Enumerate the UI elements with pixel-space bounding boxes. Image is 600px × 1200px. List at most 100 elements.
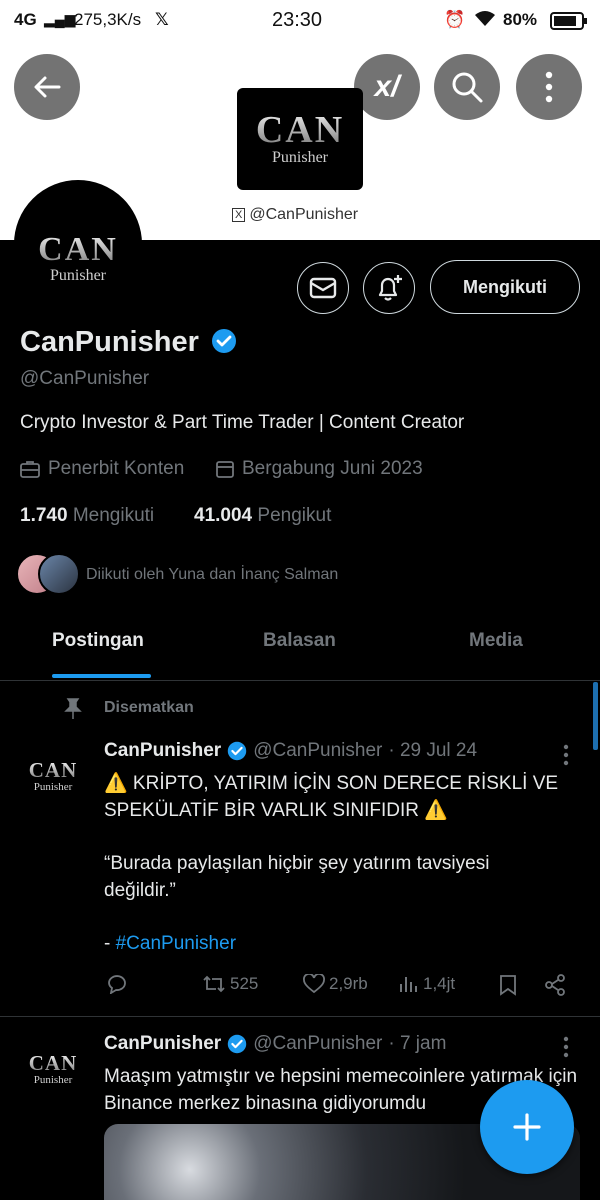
post-avatar-sub: Punisher — [33, 1074, 73, 1086]
banner-logo-sub: Punisher — [272, 149, 328, 166]
avatar-logo-main: CAN — [38, 231, 118, 268]
more-options-button[interactable] — [516, 54, 582, 120]
followers-stat[interactable]: 41.004 Pengikut — [194, 505, 331, 527]
battery-percent: 80% — [503, 10, 538, 29]
briefcase-icon — [20, 461, 40, 478]
analytics-icon — [400, 977, 417, 992]
profile-avatar[interactable]: CAN Punisher — [14, 180, 142, 308]
post-warning-text: ⚠️ KRİPTO, YATIRIM İÇİN SON DERECE RİSKL… — [104, 773, 559, 821]
avatar-logo-sub: Punisher — [50, 267, 106, 284]
like-button[interactable]: 2,9rb — [303, 974, 368, 994]
post-more-button[interactable] — [562, 1036, 570, 1063]
tab-media[interactable]: Media — [469, 630, 523, 652]
post-author-name[interactable]: CanPunisher — [104, 740, 221, 762]
views-button[interactable]: 1,4jt — [399, 974, 455, 994]
post-more-button[interactable] — [562, 744, 570, 771]
post-avatar-main: CAN — [28, 758, 78, 782]
signal-icon: ▂▄▆ — [44, 11, 76, 27]
tab-balasan[interactable]: Balasan — [263, 630, 336, 652]
search-icon — [452, 72, 483, 103]
x-app-icon: 𝕏 — [155, 10, 169, 29]
x-logo-icon: X — [232, 208, 246, 222]
post-divider — [0, 1016, 600, 1017]
profile-bio: Crypto Investor & Part Time Trader | Con… — [20, 412, 465, 433]
post-author-handle: @CanPunisher — [253, 740, 383, 761]
compose-button[interactable] — [480, 1080, 574, 1174]
grok-icon: x/ — [374, 70, 400, 103]
repost-button[interactable]: 525 — [202, 974, 258, 994]
post-avatar-sub: Punisher — [33, 781, 73, 793]
following-stat[interactable]: 1.740 Mengikuti — [20, 505, 154, 527]
follower-avatar-inanc — [38, 553, 80, 595]
followers-label: Pengikut — [257, 505, 332, 526]
post-time: · 7 jam — [388, 1033, 447, 1054]
share-button[interactable] — [544, 974, 566, 996]
post-author-handle: @CanPunisher — [253, 1033, 383, 1054]
verified-badge-icon — [227, 741, 247, 761]
profile-category: Penerbit Konten — [20, 458, 184, 480]
post-author-name[interactable]: CanPunisher — [104, 1033, 221, 1055]
like-count: 2,9rb — [329, 974, 368, 993]
following-count: 1.740 — [20, 505, 68, 526]
scrollbar-thumb[interactable] — [593, 682, 598, 750]
profile-category-text: Penerbit Konten — [48, 458, 185, 479]
profile-joined: Bergabung Juni 2023 — [216, 458, 423, 480]
more-vertical-icon — [563, 1036, 569, 1058]
banner-logo-main: CAN — [255, 109, 345, 151]
network-speed: 275,3K/s — [74, 10, 142, 29]
back-button[interactable] — [14, 54, 80, 120]
post-avatar[interactable]: CAN Punisher — [26, 758, 80, 794]
active-tab-indicator — [52, 674, 151, 678]
post-avatar[interactable]: CAN Punisher — [26, 1051, 80, 1087]
reply-button[interactable] — [106, 974, 128, 994]
notify-button[interactable] — [363, 262, 415, 314]
repost-count: 525 — [230, 974, 259, 993]
post-time: · 29 Jul 24 — [388, 740, 478, 761]
profile-joined-text: Bergabung Juni 2023 — [242, 458, 423, 479]
tabs-divider — [0, 680, 600, 681]
bookmark-icon — [500, 975, 516, 996]
clock: 23:30 — [272, 9, 323, 31]
post-header: CanPunisher @CanPunisher · 7 jam — [104, 1033, 446, 1055]
banner-handle-text: @CanPunisher — [249, 206, 359, 223]
banner-handle-caption: X @CanPunisher — [232, 206, 358, 224]
following-button[interactable]: Mengikuti — [430, 260, 580, 314]
hashtag-link[interactable]: #CanPunisher — [116, 933, 236, 954]
post-avatar-main: CAN — [28, 1051, 78, 1075]
followers-count: 41.004 — [194, 505, 253, 526]
verified-badge-icon — [227, 1034, 247, 1054]
battery-icon — [550, 12, 588, 35]
profile-name-text: CanPunisher — [20, 326, 199, 358]
followed-by-text[interactable]: Diikuti oleh Yuna dan İnanç Salman — [86, 566, 338, 584]
search-button[interactable] — [434, 54, 500, 120]
share-icon — [545, 974, 565, 996]
plus-icon — [513, 1113, 541, 1141]
calendar-icon — [216, 461, 234, 478]
post-header: CanPunisher @CanPunisher · 29 Jul 24 — [104, 740, 477, 762]
status-bar: 4G ▂▄▆ 275,3K/s 𝕏 23:30 ⏰ 80% — [0, 0, 600, 42]
pin-icon — [64, 698, 82, 725]
repost-icon — [203, 975, 225, 993]
post-quote-text: “Burada paylaşılan hiçbir şey yatırım ta… — [104, 853, 490, 901]
post-hashtag-line: - #CanPunisher — [104, 930, 236, 957]
grok-button[interactable]: x/ — [354, 54, 420, 120]
network-type: 4G — [14, 10, 37, 29]
bookmark-button[interactable] — [499, 974, 517, 996]
hashtag-prefix: - — [104, 933, 116, 954]
arrow-left-icon — [34, 76, 61, 98]
following-label: Mengikuti — [72, 505, 155, 526]
reply-icon — [108, 975, 126, 994]
profile-handle: @CanPunisher — [20, 368, 150, 389]
envelope-icon — [309, 277, 337, 299]
more-vertical-icon — [563, 744, 569, 766]
tab-postingan[interactable]: Postingan — [52, 630, 144, 652]
more-vertical-icon — [545, 71, 553, 103]
view-count: 1,4jt — [423, 974, 456, 993]
message-button[interactable] — [297, 262, 349, 314]
wifi-icon — [474, 10, 496, 33]
verified-badge-icon — [211, 329, 236, 353]
followed-by-avatars[interactable] — [16, 553, 80, 595]
alarm-icon: ⏰ — [444, 10, 466, 29]
profile-name: CanPunisher — [20, 326, 237, 359]
pinned-label: Disematkan — [104, 699, 194, 716]
